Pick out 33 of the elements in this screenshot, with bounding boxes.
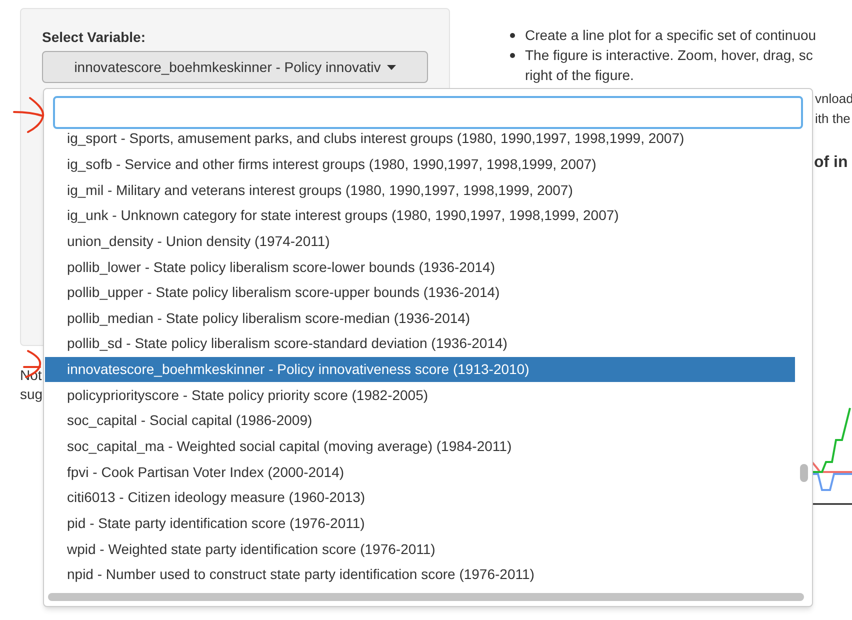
dropdown-option[interactable]: npid - Number used to construct state party identification score (1976-2011) [45,562,795,588]
dropdown-option[interactable]: soc_capital_ma - Weighted social capital (moving average) (1984-2011) [45,434,795,460]
caret-icon [386,64,396,70]
bullet-text: The figure is interactive. Zoom, hover, drag, sc right of the figure. [525,46,814,85]
pointer-arrow-icon [22,349,44,379]
dropdown-option[interactable]: citi6013 - Citizen ideology measure (1960-2013) [45,484,795,511]
dropdown-option[interactable]: pollib_upper - State policy liberalism score-upper bounds (1936-2014) [45,280,795,306]
horizontal-scrollbar[interactable] [48,593,804,601]
bullet-icon [510,53,515,58]
select-label: Select Variable: [42,28,146,47]
dropdown-option[interactable]: ig_sport - Sports, amusement parks, and clubs interest groups (1980, 1990,1997, 1998,1999, 2007) [45,126,795,152]
dropdown-option[interactable]: fpvi - Cook Partisan Voter Index (2000-2014) [45,459,795,485]
dropdown-option[interactable]: soc_capital - Social capital (1986-2009) [45,408,795,434]
dropdown-option[interactable]: pollib_sd - State policy liberalism score-standard deviation (1936-2014) [45,331,795,357]
bullet-icon [510,33,515,38]
dropdown-option[interactable]: pid - State party identification score (1976-2011) [45,510,795,536]
dropdown-option[interactable]: ig_unk - Unknown category for state interest groups (1980, 1990,1997, 1998,1999, 2007) [45,202,795,229]
heading-text: of in [814,153,848,173]
dropdown-option[interactable]: union_density - Union density (1974-2011) [45,228,795,254]
dropdown-option[interactable]: policypriorityscore - State policy priority score (1982-2005) [45,382,795,408]
search-field[interactable] [53,96,803,129]
dropdown-option[interactable]: ig_mil - Military and veterans interest groups (1980, 1990,1997, 1998,1999, 2007) [45,177,795,203]
dropdown-option[interactable]: pollib_lower - State policy liberalism score-lower bounds (1936-2014) [45,254,795,280]
dropdown-option[interactable]: wpid - Weighted state party identification score (1976-2011) [45,536,795,562]
dropdown-option[interactable]: innovatescore_boehmkeskinner - Policy innovativeness score (1913-2010) [45,356,795,382]
dropdown-option[interactable]: ig_sofb - Service and other firms interest groups (1980, 1990,1997, 1998,1999, 2007) [45,152,795,178]
pointer-arrow-icon [12,96,46,134]
dropdown-option[interactable]: pollib_median - State policy liberalism score-median (1936-2014) [45,305,795,332]
bullet-text: Create a line plot for a specific set of continuou [525,26,818,45]
info-text: ith the [815,110,850,128]
vertical-scrollbar[interactable] [800,464,808,482]
note-text: sug [20,385,43,404]
select-button[interactable]: innovatescore_boehmkeskinner - Policy innovativ [42,51,428,83]
